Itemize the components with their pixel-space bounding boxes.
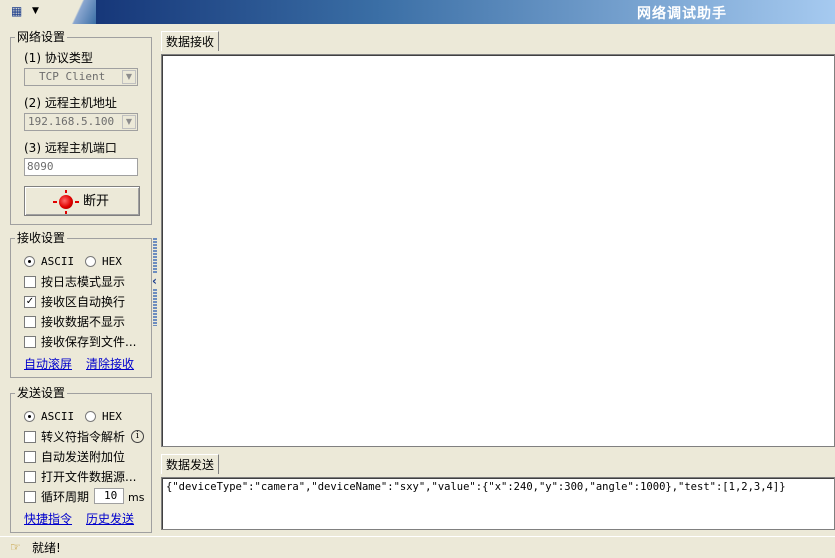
auto-wrap-label: 接收区自动换行 xyxy=(41,295,126,309)
log-mode-label: 按日志模式显示 xyxy=(41,275,126,289)
loop-period-unit: ms xyxy=(128,491,145,504)
loop-period-value: 10 xyxy=(104,489,118,502)
send-settings-group: 发送设置 ASCII HEX 转义符指令解析 i 自动发送附加位 打开文件数据源… xyxy=(10,386,152,533)
send-tab-label: 数据发送 xyxy=(166,458,215,472)
protocol-value: TCP Client xyxy=(39,70,106,83)
window-title: 网络调试助手 xyxy=(637,6,727,22)
port-value: 8090 xyxy=(27,160,54,173)
host-select[interactable]: 192.168.5.100 ▼ xyxy=(24,113,138,131)
save-to-file-checkbox[interactable] xyxy=(24,336,36,348)
collapse-arrow-icon[interactable]: ‹ xyxy=(152,274,157,288)
escape-parse-checkbox[interactable] xyxy=(24,431,36,443)
loop-period-input[interactable]: 10 xyxy=(94,488,124,504)
pointing-hand-icon: ☞ xyxy=(10,540,21,554)
disconnect-button[interactable]: 断开 xyxy=(24,186,140,216)
host-value: 192.168.5.100 xyxy=(28,115,115,128)
info-icon[interactable]: i xyxy=(131,430,144,443)
receive-ascii-radio[interactable] xyxy=(24,256,35,267)
log-mode-checkbox[interactable] xyxy=(24,276,36,288)
tab-data-receive[interactable]: 数据接收 xyxy=(161,31,220,51)
loop-period-checkbox[interactable] xyxy=(24,491,36,503)
hide-received-checkbox[interactable] xyxy=(24,316,36,328)
send-ascii-radio[interactable] xyxy=(24,411,35,422)
hide-received-label: 接收数据不显示 xyxy=(41,315,126,329)
send-hex-label: HEX xyxy=(102,410,122,423)
receive-ascii-label: ASCII xyxy=(41,255,75,268)
receive-text-area[interactable] xyxy=(161,54,835,447)
send-settings-legend: 发送设置 xyxy=(15,386,68,400)
chevron-down-icon[interactable]: ▼ xyxy=(122,115,136,129)
chevron-down-icon[interactable]: ▼ xyxy=(122,70,136,84)
status-text: 就绪! xyxy=(32,541,61,555)
receive-hex-label: HEX xyxy=(102,255,122,268)
file-source-checkbox[interactable] xyxy=(24,471,36,483)
send-history-link[interactable]: 历史发送 xyxy=(86,512,134,526)
status-bar: ☞ 就绪! xyxy=(0,536,835,558)
auto-append-checkbox[interactable] xyxy=(24,451,36,463)
send-content: {"deviceType":"camera","deviceName":"sxy… xyxy=(166,481,786,493)
host-label: (2) 远程主机地址 xyxy=(24,96,117,110)
receive-tab-label: 数据接收 xyxy=(166,35,215,49)
save-to-file-label: 接收保存到文件... xyxy=(41,335,137,349)
disconnect-label: 断开 xyxy=(83,194,110,209)
protocol-label: (1) 协议类型 xyxy=(24,51,93,65)
clear-receive-link[interactable]: 清除接收 xyxy=(86,357,134,371)
chevron-down-icon: ▼ xyxy=(32,6,39,16)
auto-append-label: 自动发送附加位 xyxy=(41,450,126,464)
port-label: (3) 远程主机端口 xyxy=(24,141,117,155)
system-menu[interactable]: ▦ ▼ xyxy=(0,0,96,24)
loop-period-label: 循环周期 xyxy=(41,490,90,504)
protocol-select[interactable]: TCP Client ▼ xyxy=(24,68,138,86)
network-settings-legend: 网络设置 xyxy=(15,30,68,44)
title-bar: ▦ ▼ 网络调试助手 xyxy=(0,0,835,24)
send-hex-radio[interactable] xyxy=(85,411,96,422)
file-source-label: 打开文件数据源... xyxy=(41,470,137,484)
shortcut-commands-link[interactable]: 快捷指令 xyxy=(24,512,72,526)
network-settings-group: 网络设置 (1) 协议类型 TCP Client ▼ (2) 远程主机地址 19… xyxy=(10,30,152,225)
panel-splitter[interactable]: ‹ xyxy=(152,238,160,326)
network-icon: ▦ xyxy=(11,4,23,18)
tab-data-send[interactable]: 数据发送 xyxy=(161,454,220,474)
send-text-area[interactable]: {"deviceType":"camera","deviceName":"sxy… xyxy=(161,477,835,530)
send-ascii-label: ASCII xyxy=(41,410,75,423)
receive-settings-group: 接收设置 ASCII HEX 按日志模式显示 ✓ 接收区自动换行 接收数据不显示… xyxy=(10,231,152,378)
receive-settings-legend: 接收设置 xyxy=(15,231,68,245)
escape-parse-label: 转义符指令解析 xyxy=(41,430,126,444)
port-input[interactable]: 8090 xyxy=(24,158,138,176)
auto-wrap-checkbox[interactable]: ✓ xyxy=(24,296,36,308)
connection-status-led-icon xyxy=(59,195,73,209)
receive-hex-radio[interactable] xyxy=(85,256,96,267)
auto-scroll-link[interactable]: 自动滚屏 xyxy=(24,357,72,371)
